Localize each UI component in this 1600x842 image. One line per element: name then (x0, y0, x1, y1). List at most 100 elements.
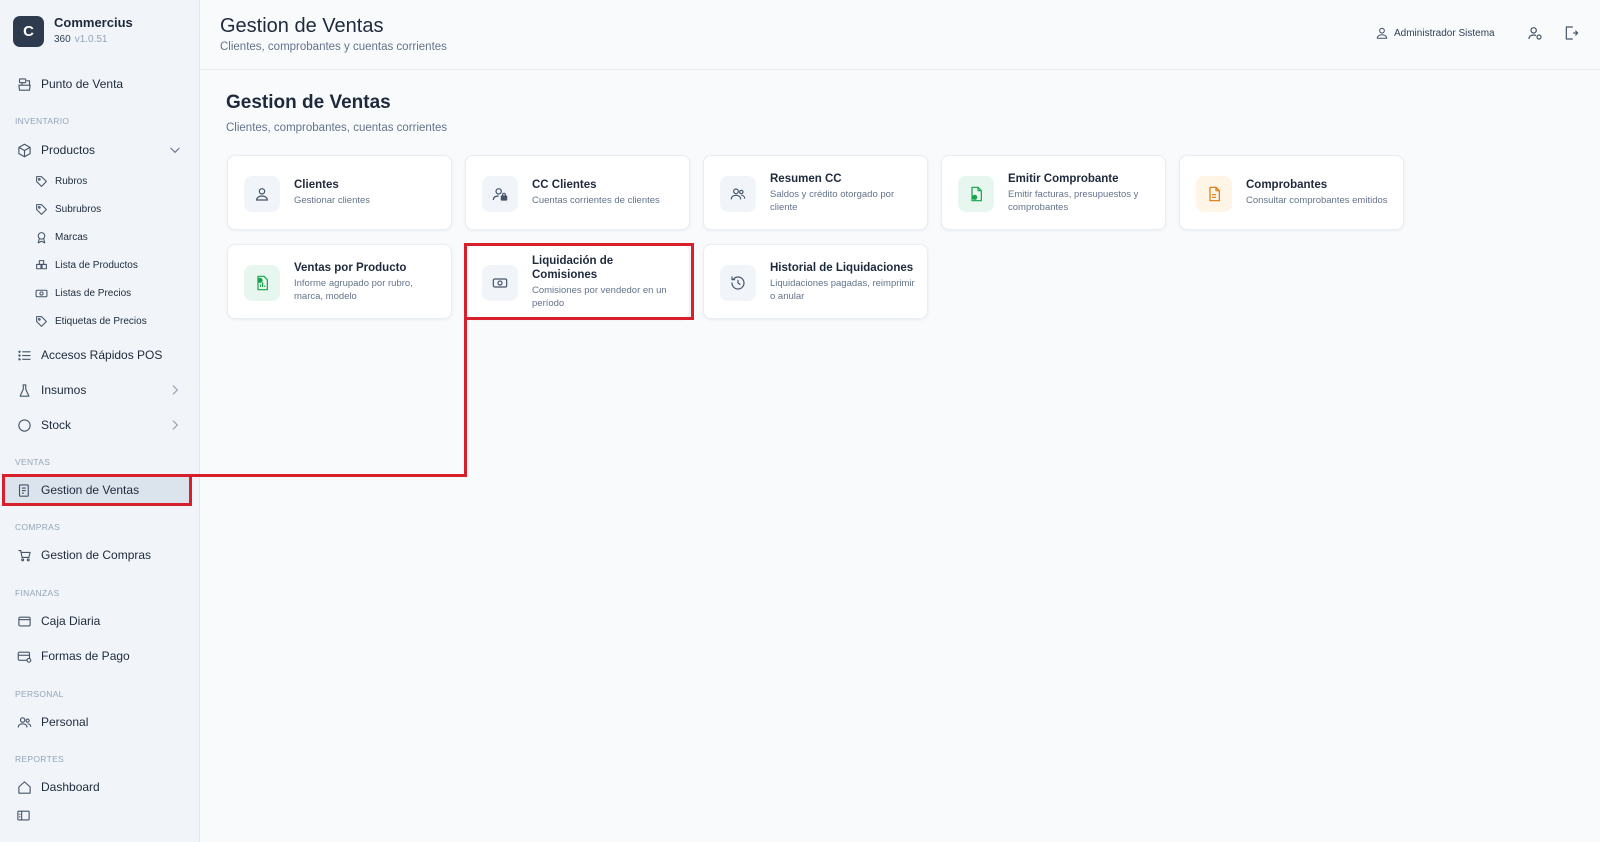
sidebar-subitem-label: Marcas (55, 231, 88, 243)
sidebar-subitem-label: Subrubros (55, 203, 102, 215)
sidebar-subitem-etiquetas-de-precios[interactable]: Etiquetas de Precios (30, 310, 190, 332)
sidebar-subitem-rubros[interactable]: Rubros (30, 170, 190, 192)
flask-icon (16, 382, 33, 399)
sidebar-item-accesos-rapidos-pos[interactable]: Accesos Rápidos POS (4, 341, 192, 369)
brand-version: v1.0.51 (74, 34, 108, 45)
user-icon (1375, 26, 1389, 40)
collapse-sidebar-icon[interactable] (16, 808, 32, 824)
card-title: Comprobantes (1246, 179, 1328, 191)
sidebar-item-punto-de-venta[interactable]: Punto de Venta (4, 70, 192, 98)
brand-name: Commercius (54, 15, 133, 30)
history-icon (720, 265, 756, 301)
sidebar-item-gestion-de-compras[interactable]: Gestion de Compras (4, 541, 192, 569)
sidebar-subitem-label: Etiquetas de Precios (55, 315, 147, 327)
boxes-icon (34, 258, 49, 273)
chevron-right-icon (168, 418, 182, 432)
section-label-personal: PERSONAL (15, 689, 64, 699)
card-description: Saldos y crédito otorgado por cliente (770, 188, 895, 213)
card-title: Resumen CC (770, 172, 842, 185)
sidebar-item-caja-diaria[interactable]: Caja Diaria (4, 607, 192, 635)
sidebar-subitem-label: Listas de Precios (55, 287, 132, 299)
sidebar: C Commercius 360 v1.0.51 Punto de Venta I… (0, 0, 200, 842)
card-cc-clientes[interactable]: CC Clientes Cuentas corrientes de client… (465, 155, 690, 230)
sidebar-subitem-subrubros[interactable]: Subrubros (30, 198, 190, 220)
sidebar-item-label: Personal (41, 715, 89, 729)
page-title: Gestion de Ventas (226, 92, 391, 113)
brand[interactable]: C Commercius 360 v1.0.51 (13, 15, 133, 47)
user-settings-icon[interactable] (1527, 25, 1545, 43)
sidebar-item-insumos[interactable]: Insumos (4, 376, 192, 404)
sidebar-subitem-lista-de-productos[interactable]: Lista de Productos (30, 254, 190, 276)
connector-line-horizontal (192, 474, 467, 477)
sidebar-item-label: Punto de Venta (41, 77, 124, 91)
card-title: Emitir Comprobante (1008, 172, 1119, 185)
sidebar-item-label: Caja Diaria (41, 614, 101, 628)
sidebar-item-label: Insumos (41, 383, 87, 397)
sidebar-subitem-label: Lista de Productos (55, 259, 138, 271)
sidebar-subitem-label: Rubros (55, 175, 88, 187)
card-clientes[interactable]: Clientes Gestionar clientes (227, 155, 452, 230)
chart-file-icon (244, 265, 280, 301)
card-historial-de-liquidaciones[interactable]: Historial de Liquidaciones Liquidaciones… (703, 244, 928, 319)
banknote-icon (34, 286, 49, 301)
section-label-finanzas: FINANZAS (15, 588, 60, 598)
logout-icon[interactable] (1563, 25, 1581, 43)
sidebar-item-stock[interactable]: Stock (4, 411, 192, 439)
sidebar-item-label: Formas de Pago (41, 649, 130, 663)
card-emitir-comprobante[interactable]: Emitir Comprobante Emitir facturas, pres… (941, 155, 1166, 230)
tag-icon (34, 202, 49, 217)
award-icon (34, 230, 49, 245)
card-description: Informe agrupado por rubro, marca, model… (294, 277, 413, 302)
cart-icon (16, 547, 33, 564)
box-icon (16, 142, 33, 159)
header-title: Gestion de Ventas (220, 15, 384, 37)
card-description: Consultar comprobantes emitidos (1246, 195, 1388, 206)
section-label-compras: COMPRAS (15, 522, 61, 532)
circle-icon (16, 417, 33, 434)
card-resumen-cc[interactable]: Resumen CC Saldos y crédito otorgado por… (703, 155, 928, 230)
sidebar-subitem-listas-de-precios[interactable]: Listas de Precios (30, 282, 190, 304)
brand-logo: C (13, 15, 44, 47)
tag-icon (34, 314, 49, 329)
user-icon (244, 176, 280, 212)
page-subtitle: Clientes, comprobantes, cuentas corrient… (226, 122, 448, 134)
file-plus-icon (958, 176, 994, 212)
chevron-right-icon (168, 383, 182, 397)
tag-icon (34, 174, 49, 189)
list-icon (16, 347, 33, 364)
section-label-inventario: INVENTARIO (15, 116, 70, 126)
sidebar-item-personal[interactable]: Personal (4, 708, 192, 736)
banknote-icon (482, 265, 518, 301)
sidebar-item-label: Stock (41, 418, 72, 432)
sidebar-item-dashboard[interactable]: Dashboard (4, 773, 192, 801)
card-ventas-por-producto[interactable]: Ventas por Producto Informe agrupado por… (227, 244, 452, 319)
sidebar-item-label: Productos (41, 143, 96, 157)
users-icon (720, 176, 756, 212)
user-name: Administrador Sistema (1394, 27, 1495, 39)
section-label-ventas: VENTAS (15, 457, 51, 467)
sidebar-item-label: Gestion de Ventas (41, 483, 140, 497)
user-menu[interactable]: Administrador Sistema (1375, 26, 1495, 40)
connector-line-vertical (464, 318, 467, 477)
wallet-icon (16, 613, 33, 630)
user-lock-icon (482, 176, 518, 212)
header-subtitle: Clientes, comprobantes y cuentas corrien… (220, 41, 447, 53)
card-description: Liquidaciones pagadas, reimprimir o anul… (770, 277, 915, 302)
sidebar-item-formas-de-pago[interactable]: Formas de Pago (4, 642, 192, 670)
card-description: Cuentas corrientes de clientes (532, 195, 660, 206)
card-title: Historial de Liquidaciones (770, 261, 914, 274)
sidebar-subitem-marcas[interactable]: Marcas (30, 226, 190, 248)
card-title: Ventas por Producto (294, 261, 407, 274)
home-icon (16, 779, 33, 796)
card-description: Emitir facturas, presupuestos y comproba… (1008, 188, 1139, 213)
card-description: Comisiones por vendedor en un período (532, 284, 667, 309)
card-description: Gestionar clientes (294, 195, 371, 206)
card-liquidacion-de-comisiones[interactable]: Liquidación de Comisiones Comisiones por… (465, 244, 690, 319)
card-comprobantes[interactable]: Comprobantes Consultar comprobantes emit… (1179, 155, 1404, 230)
sidebar-item-gestion-de-ventas[interactable]: Gestion de Ventas (4, 476, 192, 504)
receipt-icon (16, 482, 33, 499)
sidebar-item-productos[interactable]: Productos (4, 136, 192, 164)
section-label-reportes: REPORTES (15, 754, 65, 764)
card-title: Liquidación de Comisiones (532, 254, 614, 281)
cash-register-icon (16, 76, 33, 93)
